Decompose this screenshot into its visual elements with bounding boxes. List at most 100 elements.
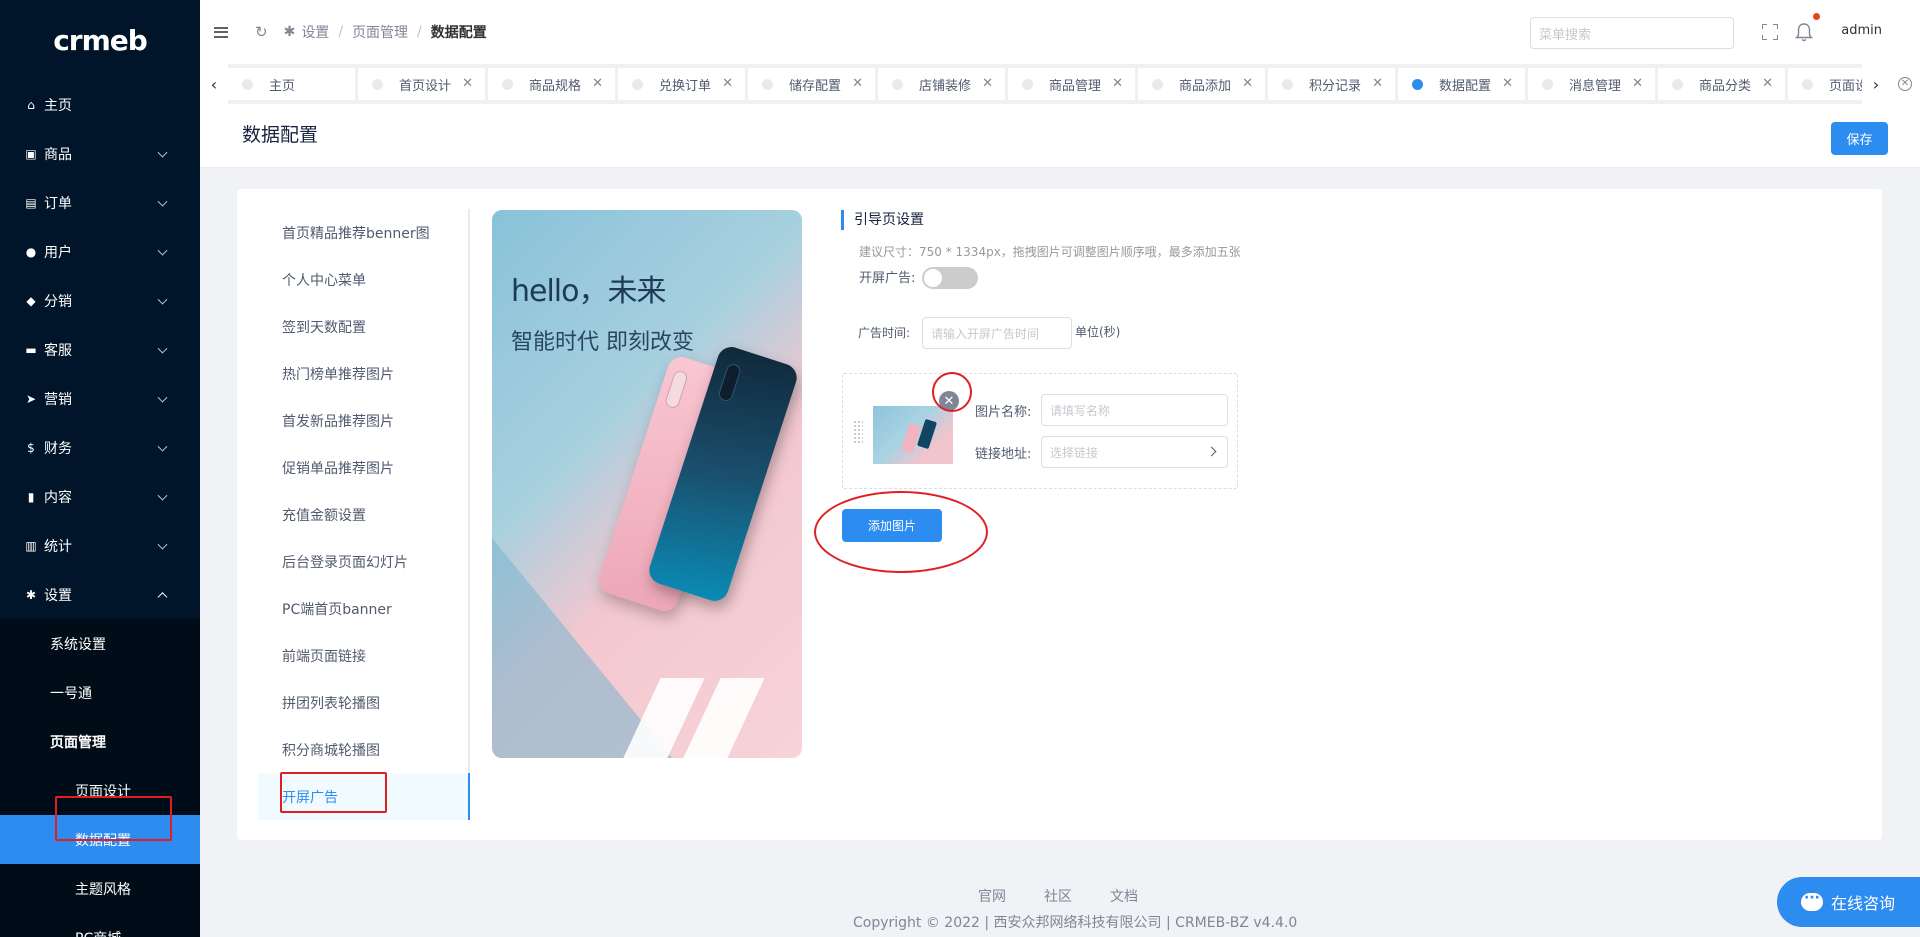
menu-item-finance[interactable]: $ 财务: [0, 423, 200, 472]
tab-item[interactable]: 商品规格 ✕: [488, 68, 615, 100]
tab-item[interactable]: 商品添加 ✕: [1138, 68, 1265, 100]
chevron-down-icon: [157, 147, 168, 158]
config-nav-item[interactable]: 积分商城轮播图: [258, 726, 468, 773]
footer-link[interactable]: 文档: [1110, 886, 1138, 906]
menu-item-settings[interactable]: ✱ 设置: [0, 570, 200, 619]
config-nav-item[interactable]: 促销单品推荐图片: [258, 444, 468, 491]
tab-status-dot: [1282, 78, 1293, 90]
close-icon[interactable]: ✕: [1502, 76, 1513, 91]
logo[interactable]: crmeb: [0, 0, 200, 80]
image-name-input[interactable]: 请填写名称: [1041, 394, 1228, 426]
tab-item[interactable]: 积分记录 ✕: [1268, 68, 1395, 100]
chevron-up-icon: [157, 591, 168, 602]
tab-item[interactable]: 数据配置 ✕: [1398, 68, 1525, 100]
close-icon[interactable]: ✕: [722, 76, 733, 91]
chevron-left-icon[interactable]: ‹: [200, 64, 228, 104]
close-icon[interactable]: ✕: [1112, 76, 1123, 91]
config-nav-item[interactable]: 拼团列表轮播图: [258, 679, 468, 726]
menu-item-product[interactable]: ▣ 商品: [0, 129, 200, 178]
tab-label: 店铺装修: [919, 78, 972, 94]
submenu-item-pc-mall[interactable]: PC商城: [0, 913, 200, 937]
menu-search-input[interactable]: 菜单搜索: [1530, 17, 1734, 49]
refresh-icon[interactable]: ↻: [255, 23, 268, 41]
submenu-item-yihaotong[interactable]: 一号通: [0, 668, 200, 717]
tab-item[interactable]: 消息管理 ✕: [1528, 68, 1655, 100]
breadcrumb-item[interactable]: 页面管理: [352, 22, 408, 42]
footer-link[interactable]: 官网: [978, 886, 1006, 906]
submenu-item-system-settings[interactable]: 系统设置: [0, 619, 200, 668]
menu-item-order[interactable]: ▤ 订单: [0, 178, 200, 227]
close-icon[interactable]: ✕: [592, 76, 603, 91]
tab-item[interactable]: 主页: [228, 68, 355, 100]
config-nav-item[interactable]: 签到天数配置: [258, 303, 468, 350]
link-select[interactable]: 选择链接: [1041, 436, 1228, 468]
close-icon[interactable]: ✕: [939, 391, 959, 411]
drag-handle-icon[interactable]: [853, 420, 863, 444]
image-thumbnail[interactable]: [873, 406, 953, 464]
close-icon[interactable]: ✕: [1242, 76, 1253, 91]
chevron-right-icon[interactable]: ›: [1862, 64, 1890, 104]
close-icon[interactable]: ✕: [852, 76, 863, 91]
submenu-item-theme-style[interactable]: 主题风格: [0, 864, 200, 913]
chat-label: 在线咨询: [1831, 894, 1896, 913]
add-image-button[interactable]: 添加图片: [842, 509, 942, 542]
menu-item-service[interactable]: ▬ 客服: [0, 325, 200, 374]
tab-item[interactable]: 商品分类 ✕: [1658, 68, 1785, 100]
copyright: Copyright © 2022 | 西安众邦网络科技有限公司 | CRMEB-…: [853, 915, 1298, 931]
tab-item[interactable]: 首页设计 ✕: [358, 68, 485, 100]
menu-item-user[interactable]: ● 用户: [0, 227, 200, 276]
submenu-item-page-management[interactable]: 页面管理: [0, 717, 200, 766]
cart-icon: ▤: [25, 195, 37, 210]
sidebar: crmeb ⌂ 主页 ▣ 商品 ▤ 订单 ● 用户 ◆ 分销 ▬ 客服 ➤ 营销…: [0, 0, 200, 937]
tab-item[interactable]: 兑换订单 ✕: [618, 68, 745, 100]
settings-submenu: 系统设置 一号通 页面管理 页面设计 数据配置 主题风格 PC商城: [0, 619, 200, 937]
send-icon: ➤: [25, 391, 37, 406]
menu-item-distribution[interactable]: ◆ 分销: [0, 276, 200, 325]
config-nav-item[interactable]: 首页精品推荐benner图: [258, 209, 468, 256]
menu-item-marketing[interactable]: ➤ 营销: [0, 374, 200, 423]
tab-status-dot: [1022, 78, 1033, 90]
tab-item[interactable]: 商品管理 ✕: [1008, 68, 1135, 100]
switch-label: 开屏广告:: [859, 271, 916, 286]
close-icon[interactable]: ✕: [1372, 76, 1383, 91]
menu-item-stats[interactable]: ▥ 统计: [0, 521, 200, 570]
menu-toggle-icon[interactable]: [214, 26, 228, 38]
bell-icon[interactable]: [1795, 22, 1813, 42]
fullscreen-icon[interactable]: [1762, 24, 1778, 40]
tab-item[interactable]: 店铺装修 ✕: [878, 68, 1005, 100]
tab-item[interactable]: 储存配置 ✕: [748, 68, 875, 100]
close-icon[interactable]: ✕: [1762, 76, 1773, 91]
close-icon[interactable]: ✕: [982, 76, 993, 91]
breadcrumb-item[interactable]: 设置: [301, 22, 329, 42]
image-item: ✕ 图片名称: 请填写名称 链接地址: 选择链接: [842, 373, 1238, 489]
close-icon[interactable]: ✕: [462, 76, 473, 91]
submenu-item-page-design[interactable]: 页面设计: [0, 766, 200, 815]
tab-list: 主页 首页设计 ✕ 商品规格 ✕ 兑换订单 ✕ 储存配置 ✕ 店铺装修 ✕ 商品管理 ✕ 商品添加 ✕ 积分记…: [228, 64, 1862, 104]
config-nav-item[interactable]: 前端页面链接: [258, 632, 468, 679]
menu-item-home[interactable]: ⌂ 主页: [0, 80, 200, 129]
tab-item[interactable]: 页面设计✕: [1788, 68, 1862, 100]
submenu-item-data-config[interactable]: 数据配置: [0, 815, 200, 864]
online-chat-button[interactable]: 在线咨询: [1777, 877, 1920, 927]
menu-label: 用户: [44, 244, 72, 261]
footer-link[interactable]: 社区: [1044, 886, 1072, 906]
config-nav-item[interactable]: PC端首页banner: [258, 585, 468, 632]
shop-icon: ▣: [25, 146, 37, 161]
save-button[interactable]: 保存: [1831, 122, 1888, 155]
chevron-down-icon: [157, 294, 168, 305]
close-all-tabs-icon[interactable]: ✕: [1890, 64, 1920, 104]
config-nav-item[interactable]: 热门榜单推荐图片: [258, 350, 468, 397]
config-nav-item[interactable]: 个人中心菜单: [258, 256, 468, 303]
config-nav-item[interactable]: 充值金额设置: [258, 491, 468, 538]
config-nav-item[interactable]: 首发新品推荐图片: [258, 397, 468, 444]
config-nav-item[interactable]: 开屏广告: [258, 773, 470, 820]
splash-ad-toggle[interactable]: [922, 267, 978, 289]
ad-time-input[interactable]: 请输入开屏广告时间: [922, 317, 1072, 349]
close-icon[interactable]: ✕: [1632, 76, 1643, 91]
tab-label: 首页设计: [399, 78, 452, 94]
config-nav-item[interactable]: 后台登录页面幻灯片: [258, 538, 468, 585]
tab-status-dot: [1802, 78, 1813, 90]
user-name[interactable]: admin: [1841, 23, 1882, 38]
menu-item-content[interactable]: ▮ 内容: [0, 472, 200, 521]
tab-status-dot: [762, 78, 773, 90]
